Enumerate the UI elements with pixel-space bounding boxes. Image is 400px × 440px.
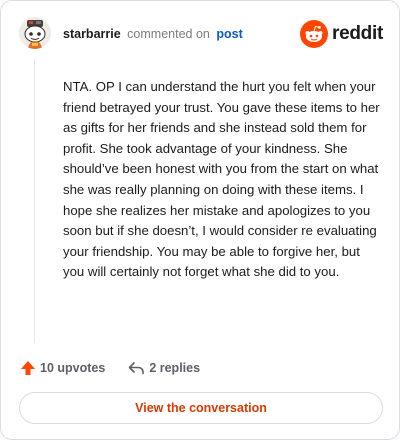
username-link[interactable]: starbarrie bbox=[63, 27, 121, 41]
comment-actions: 10 upvotes 2 replies bbox=[19, 358, 200, 378]
view-conversation-button[interactable]: View the conversation bbox=[19, 392, 383, 424]
reddit-snoo-icon bbox=[300, 20, 329, 48]
reply-arrow-icon bbox=[127, 359, 145, 377]
comment-card: starbarrie commented on post reddit NTA.… bbox=[0, 0, 400, 440]
upvote-count: 10 upvotes bbox=[40, 361, 106, 375]
upvote-button[interactable]: 10 upvotes bbox=[19, 359, 105, 377]
reddit-brand[interactable]: reddit bbox=[300, 17, 383, 51]
comment-body: NTA. OP I can understand the hurt you fe… bbox=[63, 79, 380, 280]
user-avatar[interactable] bbox=[19, 17, 51, 49]
reply-count: 2 replies bbox=[149, 361, 201, 375]
replies-button[interactable]: 2 replies bbox=[127, 359, 200, 377]
thread-line bbox=[34, 59, 35, 343]
comment-header: starbarrie commented on post reddit bbox=[19, 17, 383, 51]
comment-byline: starbarrie commented on post bbox=[63, 27, 243, 41]
post-link[interactable]: post bbox=[216, 27, 242, 41]
upvote-arrow-icon bbox=[19, 359, 37, 377]
commented-on-text: commented on bbox=[127, 27, 210, 41]
snoo-avatar-icon bbox=[19, 17, 51, 49]
reddit-wordmark: reddit bbox=[332, 23, 383, 44]
